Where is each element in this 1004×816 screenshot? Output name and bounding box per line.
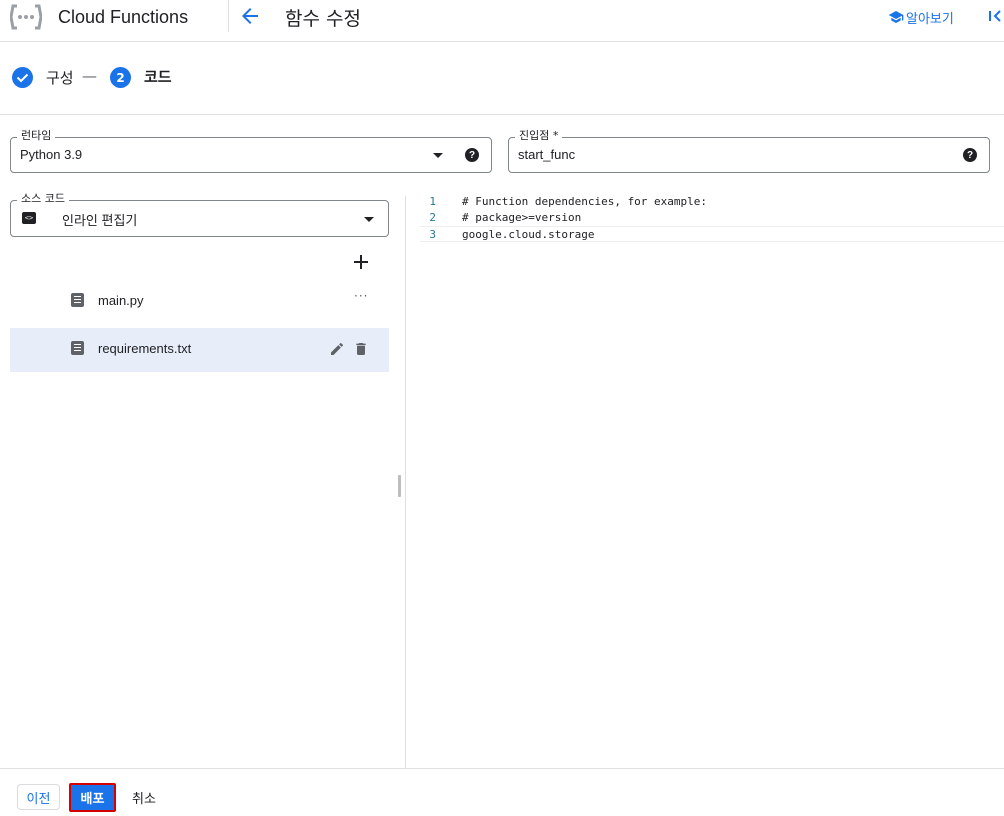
source-code-select[interactable]: 소스 코드 <> 인라인 편집기 (10, 192, 389, 237)
runtime-label: 런타임 (17, 129, 56, 143)
add-file-icon[interactable] (351, 252, 371, 272)
panel-divider (405, 196, 406, 768)
runtime-value: Python 3.9 (20, 147, 83, 162)
cloud-functions-logo-icon[interactable] (10, 4, 42, 30)
learn-label: 알아보기 (906, 11, 954, 27)
dropdown-arrow-icon (364, 217, 374, 222)
source-code-label: 소스 코드 (17, 192, 69, 206)
file-icon (71, 341, 84, 355)
arrow-back-icon[interactable] (238, 4, 262, 28)
entry-point-field[interactable]: 진입점 * start_func ? (508, 129, 990, 173)
app-header: Cloud Functions 함수 수정 알아보기 (0, 0, 1004, 42)
line-text: # Function dependencies, for example: (462, 195, 708, 208)
code-icon: <> (22, 212, 36, 224)
line-number: 1 (429, 195, 436, 208)
stepper: 구성 — 2 코드 (0, 42, 1004, 115)
line-text: # package>=version (462, 211, 582, 224)
entry-point-value: start_func (518, 147, 576, 162)
collapse-panel-icon[interactable] (986, 6, 1004, 26)
previous-button[interactable]: 이전 (17, 784, 60, 810)
line-text: google.cloud.storage (462, 228, 595, 241)
file-name: main.py (98, 293, 144, 308)
code-line: 2 # package>=version (420, 210, 1004, 226)
cancel-button[interactable]: 취소 (132, 788, 156, 807)
step-code-label: 코드 (144, 68, 172, 86)
file-row-requirements-txt[interactable]: requirements.txt (10, 328, 389, 372)
split-drag-handle[interactable] (398, 475, 401, 497)
delete-icon[interactable] (353, 341, 369, 357)
code-line-current: 3 google.cloud.storage (420, 226, 1004, 242)
file-name: requirements.txt (98, 341, 192, 356)
school-icon (888, 11, 904, 23)
learn-link[interactable]: 알아보기 (888, 8, 954, 27)
file-icon (71, 293, 84, 307)
page-title: 함수 수정 (285, 8, 361, 30)
code-line: 1 # Function dependencies, for example: (420, 194, 1004, 210)
help-icon[interactable]: ? (465, 148, 479, 162)
step-separator: — (82, 67, 97, 85)
line-number: 2 (429, 211, 436, 224)
step-configuration-label[interactable]: 구성 (46, 67, 74, 88)
runtime-select[interactable]: 런타임 Python 3.9 ? (10, 129, 492, 173)
source-code-value: 인라인 편집기 (62, 213, 138, 228)
code-editor[interactable]: 1 # Function dependencies, for example: … (420, 194, 1004, 754)
help-icon[interactable]: ? (963, 148, 977, 162)
line-number: 3 (429, 228, 436, 241)
file-row-main-py[interactable]: main.py ··· (10, 280, 389, 324)
app-title: Cloud Functions (58, 7, 189, 27)
deploy-button[interactable]: 배포 (69, 783, 116, 812)
edit-icon[interactable] (329, 341, 345, 357)
entry-point-label: 진입점 * (515, 129, 563, 143)
footer-actions: 이전 배포 취소 (0, 768, 1004, 816)
step-number-badge: 2 (110, 67, 131, 88)
step-complete-badge[interactable] (12, 67, 33, 88)
dropdown-arrow-icon (433, 153, 443, 158)
check-icon (16, 73, 29, 83)
more-icon[interactable]: ··· (354, 289, 368, 303)
header-divider (228, 0, 229, 32)
